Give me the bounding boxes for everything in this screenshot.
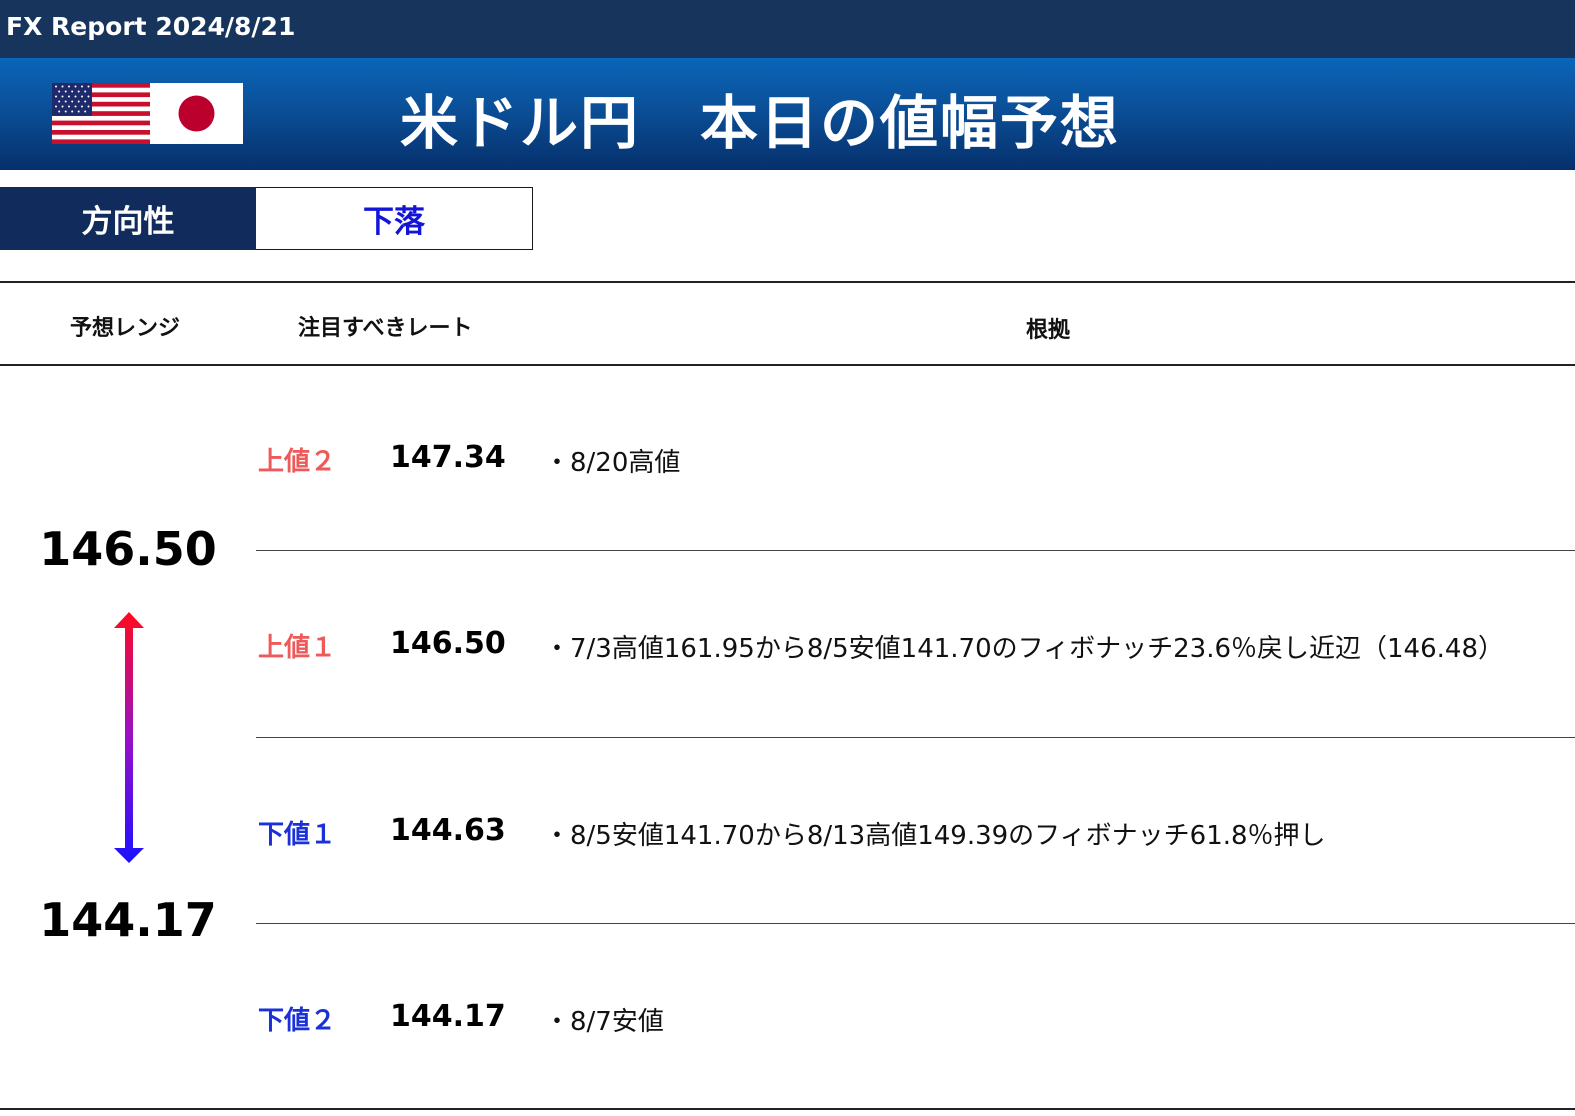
level-label: 上値２ xyxy=(258,447,337,477)
level-rate: 147.34 xyxy=(390,440,506,475)
level-label: 下値１ xyxy=(258,820,337,850)
page-title: 米ドル円 本日の値幅予想 xyxy=(400,89,1121,157)
table-top-divider xyxy=(0,281,1575,283)
level-rate: 146.50 xyxy=(390,626,506,661)
range-arrow-icon xyxy=(114,612,144,863)
level-reason: ・8/5安値141.70から8/13高値149.39のフィボナッチ61.8％押し xyxy=(544,821,1326,851)
table-header-divider xyxy=(0,364,1575,366)
column-header-range: 予想レンジ xyxy=(70,316,181,341)
level-label: 下値２ xyxy=(258,1006,337,1036)
direction-value: 下落 xyxy=(256,187,533,250)
level-rate: 144.17 xyxy=(390,999,506,1034)
level-reason: ・8/20高値 xyxy=(544,448,681,478)
range-high: 146.50 xyxy=(39,522,217,576)
range-low: 144.17 xyxy=(39,893,217,947)
level-rate: 144.63 xyxy=(390,813,506,848)
level-reason: ・7/3高値161.95から8/5安値141.70のフィボナッチ23.6％戻し近… xyxy=(544,634,1504,664)
report-title: FX Report 2024/8/21 xyxy=(6,12,296,41)
us-flag-icon xyxy=(52,83,150,144)
row-divider xyxy=(256,550,1575,551)
level-reason: ・8/7安値 xyxy=(544,1007,664,1037)
report-title-bar: FX Report 2024/8/21 xyxy=(0,0,1575,58)
column-header-reason: 根拠 xyxy=(1026,318,1071,343)
table-bottom-divider xyxy=(0,1108,1575,1110)
direction-label: 方向性 xyxy=(0,187,256,250)
column-header-rate: 注目すべきレート xyxy=(298,316,473,341)
row-divider xyxy=(256,737,1575,738)
jp-flag-icon xyxy=(150,83,243,144)
level-label: 上値１ xyxy=(258,633,337,663)
row-divider xyxy=(256,923,1575,924)
